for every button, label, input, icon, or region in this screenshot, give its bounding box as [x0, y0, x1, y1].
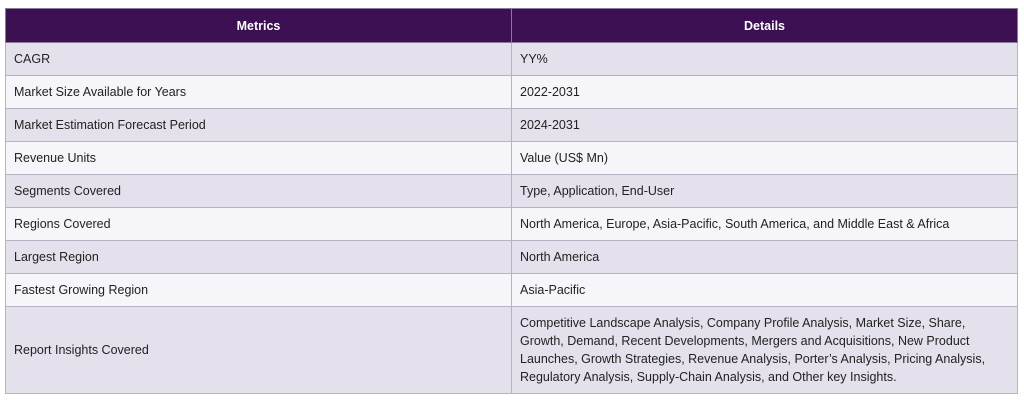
table-row: Largest Region North America	[5, 240, 1018, 274]
table-row: Segments Covered Type, Application, End-…	[5, 174, 1018, 208]
table-row: CAGR YY%	[5, 42, 1018, 76]
detail-cell: North America	[511, 240, 1018, 274]
detail-cell: Value (US$ Mn)	[511, 141, 1018, 175]
report-scope-table: Metrics Details CAGR YY% Market Size Ava…	[5, 8, 1018, 394]
detail-cell: 2022-2031	[511, 75, 1018, 109]
details-column-header: Details	[511, 8, 1018, 43]
detail-cell: Competitive Landscape Analysis, Company …	[511, 306, 1018, 394]
table-row: Regions Covered North America, Europe, A…	[5, 207, 1018, 241]
detail-cell: North America, Europe, Asia-Pacific, Sou…	[511, 207, 1018, 241]
metrics-column-header: Metrics	[5, 8, 512, 43]
metric-cell: Segments Covered	[5, 174, 512, 208]
table-header-row: Metrics Details	[5, 8, 1018, 43]
metric-cell: Report Insights Covered	[5, 306, 512, 394]
detail-cell: YY%	[511, 42, 1018, 76]
metric-cell: Revenue Units	[5, 141, 512, 175]
report-scope-table-container: Metrics Details CAGR YY% Market Size Ava…	[5, 8, 1018, 394]
metric-cell: Market Size Available for Years	[5, 75, 512, 109]
table-row: Fastest Growing Region Asia-Pacific	[5, 273, 1018, 307]
metric-cell: CAGR	[5, 42, 512, 76]
detail-cell: 2024-2031	[511, 108, 1018, 142]
metric-cell: Regions Covered	[5, 207, 512, 241]
metric-cell: Largest Region	[5, 240, 512, 274]
metric-cell: Market Estimation Forecast Period	[5, 108, 512, 142]
table-row: Market Estimation Forecast Period 2024-2…	[5, 108, 1018, 142]
detail-cell: Asia-Pacific	[511, 273, 1018, 307]
metric-cell: Fastest Growing Region	[5, 273, 512, 307]
table-row: Market Size Available for Years 2022-203…	[5, 75, 1018, 109]
table-row: Report Insights Covered Competitive Land…	[5, 306, 1018, 394]
detail-cell: Type, Application, End-User	[511, 174, 1018, 208]
table-row: Revenue Units Value (US$ Mn)	[5, 141, 1018, 175]
